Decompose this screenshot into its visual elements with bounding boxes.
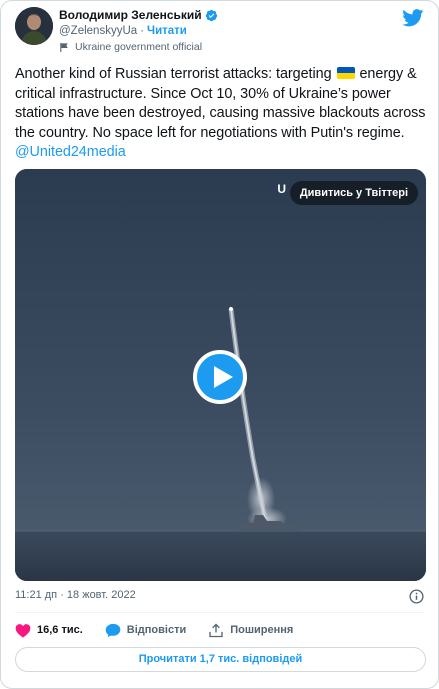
video-player[interactable]: U Дивитись у Твіттері [15, 169, 426, 581]
read-replies-button[interactable]: Прочитати 1,7 тис. відповідей [15, 647, 426, 672]
play-button[interactable] [193, 350, 247, 404]
info-icon[interactable] [409, 589, 424, 604]
author-handle[interactable]: @ZelenskyyUa [59, 25, 137, 37]
affiliation-label[interactable]: Ukraine government official [75, 41, 202, 53]
action-bar: 16,6 тис. Відповісти Поширення [15, 620, 315, 640]
timestamp[interactable]: 11:21 дп · 18 жовт. 2022 [15, 589, 136, 601]
likes-count: 16,6 тис. [37, 624, 83, 636]
reply-label: Відповісти [126, 624, 187, 636]
verified-badge-icon [205, 9, 217, 21]
divider [15, 612, 424, 613]
tweet-meta: 11:21 дп · 18 жовт. 2022 [15, 589, 424, 607]
heart-icon [15, 623, 31, 638]
author-name[interactable]: Володимир Зеленський [59, 8, 202, 22]
like-button[interactable]: 16,6 тис. [15, 623, 83, 638]
mention-link[interactable]: @United24media [15, 144, 126, 160]
tweet-header: Володимир Зеленський @ZelenskyyUa · Чита… [15, 5, 424, 57]
follow-button[interactable]: Читати [147, 25, 187, 37]
tweet-text: Another kind of Russian terrorist attack… [15, 65, 427, 163]
channel-watermark: U [277, 182, 286, 196]
tweet-text-line1: Another kind of Russian terrorist attack… [15, 66, 332, 82]
share-label: Поширення [230, 624, 294, 636]
ukraine-flag-icon [336, 67, 355, 79]
avatar[interactable] [15, 7, 53, 45]
share-button[interactable]: Поширення [208, 623, 293, 638]
play-icon [214, 366, 233, 388]
government-flag-icon [60, 42, 68, 52]
watch-on-twitter-button[interactable]: Дивитись у Твіттері [289, 181, 418, 205]
separator: · [140, 25, 144, 37]
reply-button[interactable]: Відповісти [105, 623, 186, 638]
reply-icon [105, 623, 121, 637]
twitter-bird-icon[interactable] [402, 9, 424, 27]
share-icon [209, 623, 223, 637]
tweet-card: Володимир Зеленський @ZelenskyyUa · Чита… [0, 0, 439, 689]
